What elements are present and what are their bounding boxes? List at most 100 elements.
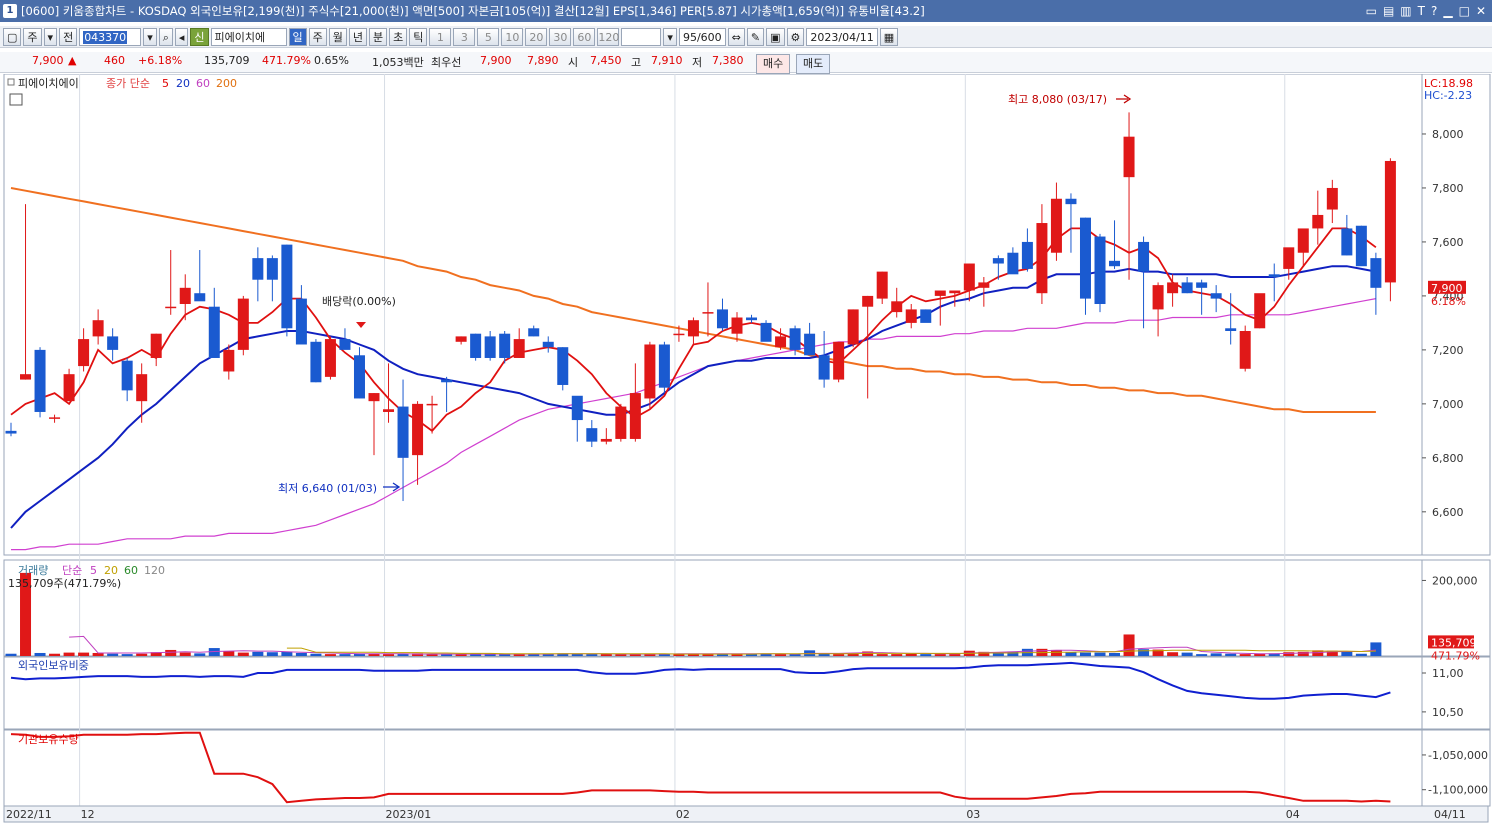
candle-body	[1297, 228, 1309, 253]
count-3[interactable]: 3	[453, 27, 476, 46]
volume-ratio: 471.79%	[262, 54, 311, 67]
candle-body	[876, 271, 888, 299]
candle-body	[905, 309, 917, 323]
stock-code-text: 043370	[83, 30, 128, 44]
volume-bar	[1123, 634, 1135, 656]
interval-week[interactable]: 주	[308, 27, 327, 46]
candle-body	[978, 282, 990, 288]
custom-count-dropdown-icon[interactable]: ▾	[663, 27, 677, 46]
settings-gear-icon[interactable]: ⚙	[786, 27, 805, 46]
vol-ma120-label: 120	[144, 564, 165, 577]
candle-body	[920, 309, 932, 323]
candle-body	[760, 322, 772, 342]
volume-bar	[281, 651, 293, 656]
count-20[interactable]: 20	[525, 27, 548, 46]
panel-collapse-icon	[7, 78, 15, 86]
grid-icon[interactable]: ▤	[1383, 4, 1394, 18]
save-icon[interactable]: ▣	[766, 27, 785, 46]
chart-toolbar: ▢ 주 ▾ 전 043370 ▾ ⌕ ◂ 신 피에이치에 일 주 월 년 분 초…	[0, 26, 1492, 48]
high-annotation: 최고 8,080 (03/17)	[1008, 93, 1107, 106]
candle-body	[194, 293, 206, 302]
count-1[interactable]: 1	[429, 27, 452, 46]
high-price: 7,910	[651, 54, 683, 67]
candle-body	[1167, 282, 1179, 294]
sound-icon[interactable]: ◂	[174, 27, 189, 46]
period-select[interactable]: 주	[23, 27, 42, 46]
count-10[interactable]: 10	[501, 27, 524, 46]
minimize-icon[interactable]: ▁	[1443, 4, 1452, 18]
volume-bar	[1225, 653, 1237, 656]
count-5[interactable]: 5	[477, 27, 500, 46]
date-label: 04/11	[1434, 808, 1466, 821]
interval-second[interactable]: 초	[389, 27, 408, 46]
ma60-label: 60	[196, 77, 210, 90]
interval-minute[interactable]: 분	[369, 27, 388, 46]
volume-bar	[324, 654, 336, 656]
window-menu-icon[interactable]: ▢	[3, 27, 22, 46]
candle-body	[949, 290, 961, 294]
candle-body	[266, 258, 278, 280]
chart-area[interactable]: 6,6006,8007,0007,2007,4007,6007,8008,000…	[0, 74, 1492, 825]
ma5-label: 5	[162, 77, 169, 90]
candle-body	[78, 339, 90, 367]
ma-label: 종가 단순	[106, 77, 150, 90]
maximize-icon[interactable]: □	[1459, 4, 1470, 18]
candle-body	[499, 333, 511, 358]
restore-layout-icon[interactable]: ▭	[1366, 4, 1377, 18]
candle-body	[804, 333, 816, 356]
volume-value: 135,709	[204, 54, 250, 67]
interval-month[interactable]: 월	[328, 27, 347, 46]
draw-tool-icon[interactable]: ✎	[746, 27, 765, 46]
prev-button[interactable]: 전	[59, 27, 78, 46]
panel-frame	[3, 729, 1423, 807]
candle-body	[746, 317, 758, 321]
calendar-icon[interactable]: ▦	[879, 27, 899, 46]
volume-bar	[383, 654, 395, 656]
candle-body	[1254, 293, 1266, 329]
zoom-icon[interactable]: ⇔	[727, 27, 745, 46]
help-label[interactable]: ?	[1431, 4, 1437, 18]
interval-day[interactable]: 일	[288, 27, 307, 46]
volume-bar	[1181, 652, 1193, 656]
stock-code-input[interactable]: 043370	[79, 27, 142, 46]
buy-button[interactable]: 매수	[756, 54, 791, 74]
current-price-pct: 6.18%	[1431, 295, 1466, 308]
code-dropdown-icon[interactable]: ▾	[143, 27, 157, 46]
candle-body	[992, 258, 1004, 264]
volume-current-text: 135,709주(471.79%)	[8, 577, 121, 590]
volume-ma-label: 단순	[62, 564, 82, 577]
low-annotation: 최저 6,640 (01/03)	[278, 482, 377, 495]
ma200-label: 200	[216, 77, 237, 90]
text-tool-label[interactable]: T	[1418, 4, 1425, 18]
count-60[interactable]: 60	[573, 27, 596, 46]
candle-body	[687, 320, 699, 337]
current-price-tag-text: 7,900	[1431, 282, 1463, 295]
sell-button[interactable]: 매도	[796, 54, 831, 74]
interval-tick[interactable]: 틱	[409, 27, 428, 46]
candle-body	[1079, 217, 1091, 299]
new-button[interactable]: 신	[190, 27, 209, 46]
candle-body	[1109, 260, 1121, 267]
view-count-field[interactable]: 95/600	[678, 27, 726, 46]
period-dropdown-icon[interactable]: ▾	[43, 27, 58, 46]
custom-count-input[interactable]	[621, 27, 662, 46]
ma20-label: 20	[176, 77, 190, 90]
candle-body	[208, 306, 220, 358]
close-icon[interactable]: ✕	[1476, 4, 1486, 18]
price-tick-label: 6,600	[1432, 506, 1464, 519]
volume-bar	[266, 652, 278, 656]
count-120[interactable]: 120	[597, 27, 620, 46]
interval-year[interactable]: 년	[348, 27, 368, 46]
count-30[interactable]: 30	[549, 27, 572, 46]
price-tick-label: 8,000	[1432, 128, 1464, 141]
price-panel-name: 피에이치에이	[18, 77, 79, 90]
volume-bar	[833, 654, 845, 656]
bar-icon[interactable]: ▥	[1400, 4, 1411, 18]
date-field[interactable]: 2023/04/11	[806, 27, 878, 46]
candle-body	[383, 409, 395, 412]
search-icon[interactable]: ⌕	[158, 27, 173, 46]
candle-body	[833, 341, 845, 380]
candle-body	[1210, 293, 1222, 299]
candle-body	[789, 328, 801, 350]
volume-bar	[1167, 652, 1179, 656]
